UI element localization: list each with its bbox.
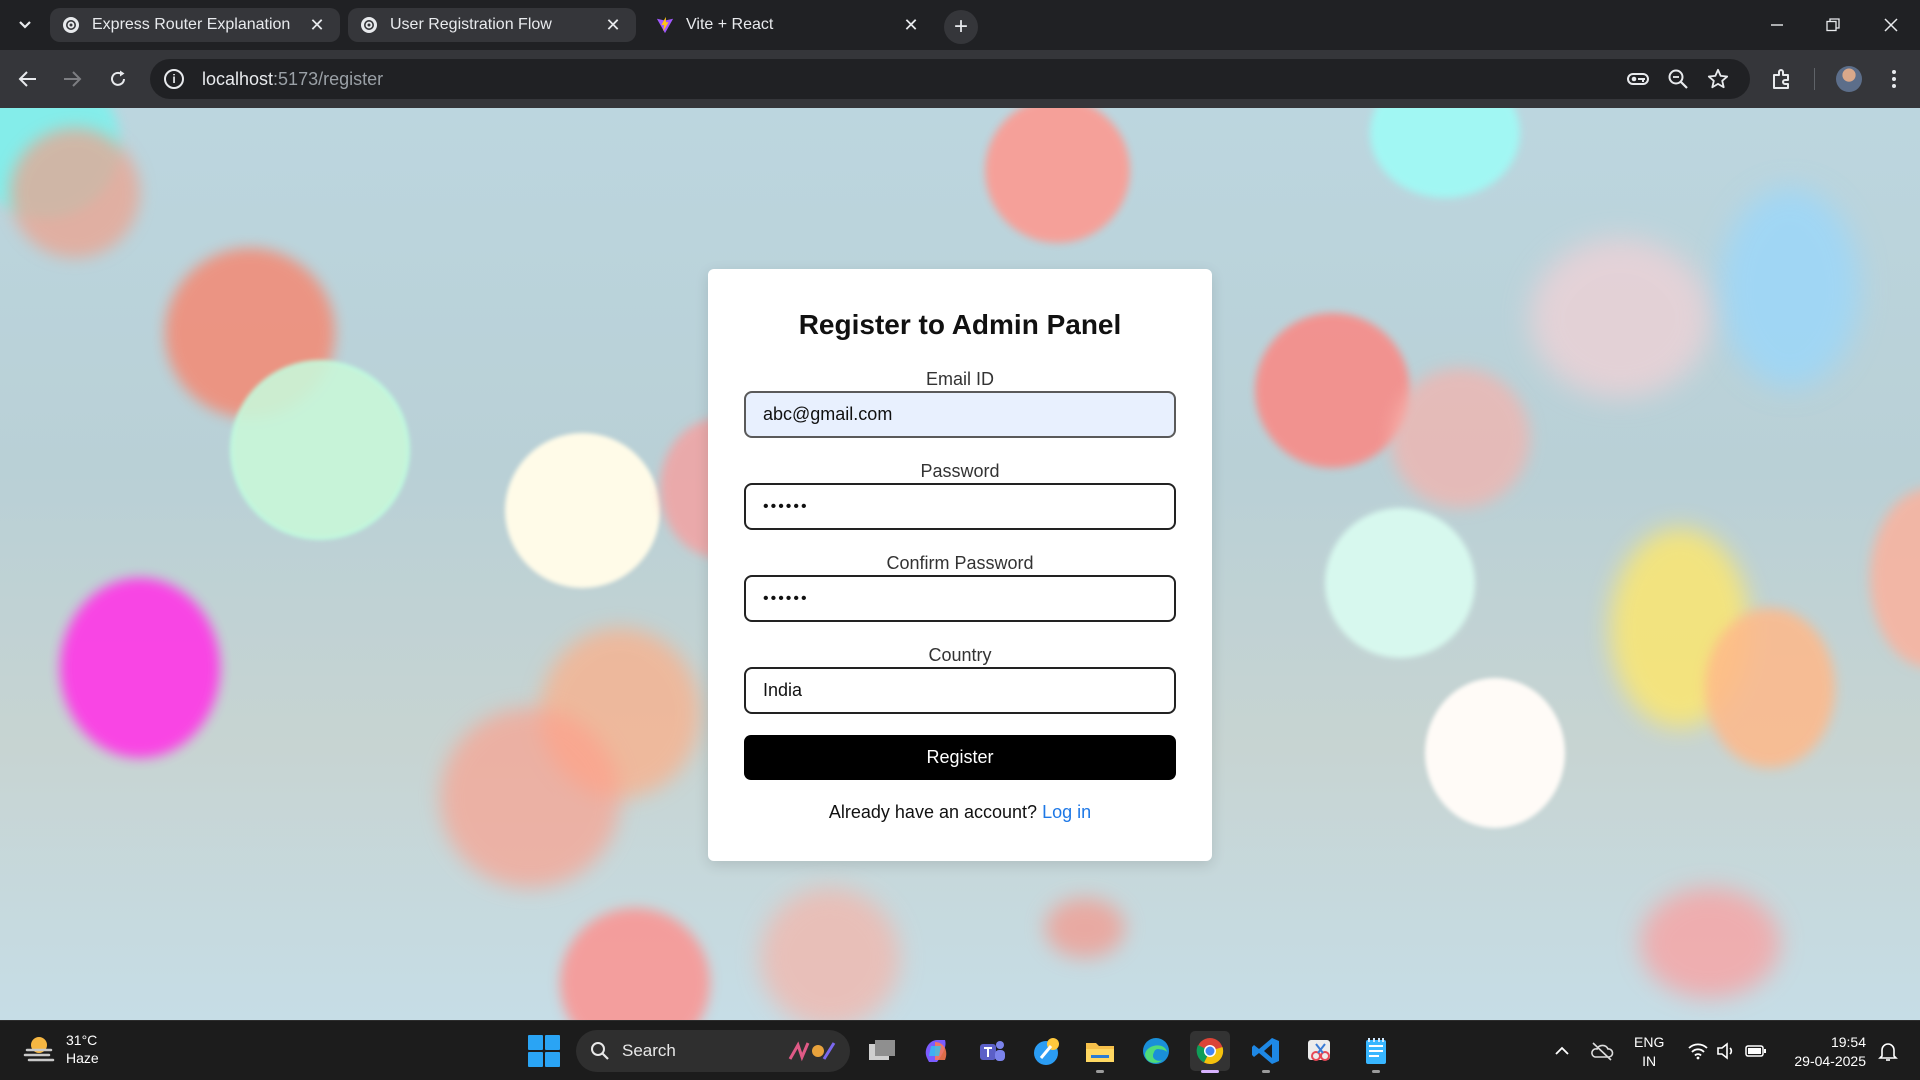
tab-vite-react[interactable]: Vite + React ✕ xyxy=(644,8,934,42)
time: 19:54 xyxy=(1830,1034,1866,1050)
file-explorer-icon[interactable] xyxy=(1080,1031,1120,1073)
task-view-icon[interactable] xyxy=(862,1031,902,1071)
teams-icon[interactable] xyxy=(972,1031,1012,1071)
chrome-icon[interactable] xyxy=(1190,1031,1230,1073)
page-title: Register to Admin Panel xyxy=(798,309,1122,340)
restore-icon[interactable] xyxy=(1818,10,1848,40)
chatgpt-icon xyxy=(360,16,378,34)
close-tab-icon[interactable]: ✕ xyxy=(306,14,328,36)
browser-toolbar: i localhost:5173/register xyxy=(0,50,1920,108)
new-tab-button[interactable]: + xyxy=(944,10,978,44)
tab-title: Express Router Explanation xyxy=(92,16,291,33)
country-field[interactable]: India xyxy=(744,667,1176,714)
login-prompt-text: Already have an account? xyxy=(828,802,1038,822)
password-label: Password xyxy=(920,461,1000,481)
back-arrow-icon[interactable] xyxy=(12,63,44,95)
toolbar-divider xyxy=(1814,68,1815,90)
taskbar: 31°C Haze Search ENG IN 19:54 29-04-2025 xyxy=(0,1020,1920,1080)
forward-arrow-icon[interactable] xyxy=(56,63,88,95)
language-code: ENG xyxy=(1634,1034,1665,1050)
confirm-password-field[interactable]: •••••• xyxy=(744,575,1176,622)
active-indicator xyxy=(1201,1070,1219,1073)
login-prompt-line: Already have an account? Log in xyxy=(708,802,1212,823)
email-field[interactable]: abc@gmail.com xyxy=(744,391,1176,438)
tab-express-router[interactable]: Express Router Explanation ✕ xyxy=(50,8,340,42)
windows-icon[interactable] xyxy=(528,1035,560,1067)
clipchamp-icon[interactable] xyxy=(1026,1031,1066,1071)
search-label: Search xyxy=(622,1041,676,1060)
address-bar[interactable]: i localhost:5173/register xyxy=(150,59,1750,99)
country-label: Country xyxy=(928,645,992,665)
date: 29-04-2025 xyxy=(1794,1053,1866,1069)
close-tab-icon[interactable]: ✕ xyxy=(602,14,624,36)
vite-icon xyxy=(656,16,674,34)
url-host: localhost xyxy=(202,68,274,89)
vscode-icon[interactable] xyxy=(1246,1031,1286,1073)
weather-widget[interactable]: 31°C Haze xyxy=(22,1031,99,1067)
search-icon xyxy=(591,1042,609,1060)
chatgpt-icon xyxy=(62,16,80,34)
snipping-tool-icon[interactable] xyxy=(1300,1031,1340,1071)
key-icon[interactable] xyxy=(1624,65,1652,93)
menu-icon[interactable] xyxy=(1878,63,1910,95)
extensions-icon[interactable] xyxy=(1766,63,1798,95)
show-hidden-icons-chevron-icon[interactable] xyxy=(1550,1039,1574,1063)
page-viewport: Register to Admin Panel Email ID abc@gma… xyxy=(0,108,1920,1020)
minimize-icon[interactable] xyxy=(1762,10,1792,40)
temperature: 31°C xyxy=(66,1032,98,1048)
zoom-icon[interactable] xyxy=(1664,65,1692,93)
wifi-icon[interactable] xyxy=(1686,1039,1710,1063)
password-field[interactable]: •••••• xyxy=(744,483,1176,530)
confirm-password-label: Confirm Password xyxy=(886,553,1034,573)
close-tab-icon[interactable]: ✕ xyxy=(900,14,922,36)
volume-icon[interactable] xyxy=(1714,1039,1738,1063)
notification-bell-icon[interactable] xyxy=(1876,1039,1900,1063)
tab-title: User Registration Flow xyxy=(390,16,552,33)
haze-weather-icon xyxy=(22,1032,56,1066)
weather-condition: Haze xyxy=(66,1050,99,1066)
tab-strip: Express Router Explanation ✕ User Regist… xyxy=(0,0,1920,50)
email-label: Email ID xyxy=(925,369,994,389)
onedrive-offline-icon[interactable] xyxy=(1590,1039,1614,1063)
running-indicator xyxy=(1372,1070,1380,1073)
register-card: Register to Admin Panel Email ID abc@gma… xyxy=(708,269,1212,861)
tab-user-registration[interactable]: User Registration Flow ✕ xyxy=(348,8,636,42)
copilot-icon[interactable] xyxy=(916,1031,956,1071)
input-language[interactable]: ENG IN xyxy=(1634,1033,1664,1071)
tab-title: Vite + React xyxy=(686,16,774,33)
login-link[interactable]: Log in xyxy=(1042,802,1091,822)
star-icon[interactable] xyxy=(1704,65,1732,93)
running-indicator xyxy=(1262,1070,1270,1073)
running-indicator xyxy=(1096,1070,1104,1073)
notepad-icon[interactable] xyxy=(1356,1031,1396,1073)
avatar[interactable] xyxy=(1836,66,1862,92)
info-icon[interactable]: i xyxy=(164,69,184,89)
tab-search-chevron-icon[interactable] xyxy=(12,12,38,38)
url-text[interactable]: localhost:5173/register xyxy=(202,69,383,90)
register-button[interactable]: Register xyxy=(744,735,1176,780)
search-highlight-icon xyxy=(788,1041,836,1062)
battery-icon[interactable] xyxy=(1744,1039,1768,1063)
edge-icon[interactable] xyxy=(1136,1031,1176,1071)
url-path: :5173/register xyxy=(273,68,384,89)
region-code: IN xyxy=(1642,1053,1657,1069)
close-window-icon[interactable] xyxy=(1876,10,1906,40)
reload-icon[interactable] xyxy=(102,63,134,95)
clock[interactable]: 19:54 29-04-2025 xyxy=(1786,1033,1866,1071)
taskbar-search[interactable]: Search xyxy=(576,1030,850,1072)
